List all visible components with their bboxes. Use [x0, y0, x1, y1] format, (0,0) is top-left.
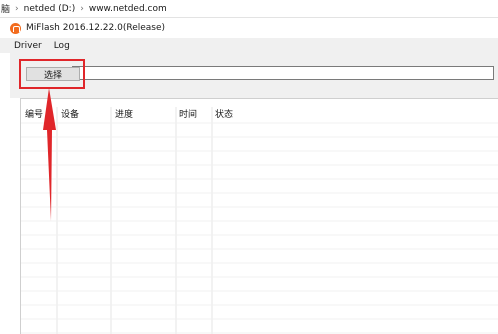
column-header-time[interactable]: 时间 — [179, 108, 197, 120]
menu-driver[interactable]: Driver — [14, 41, 42, 51]
window-title: MiFlash 2016.12.22.0(Release) — [26, 23, 166, 33]
breadcrumb-item-folder[interactable]: www.netded.com — [89, 4, 167, 14]
breadcrumb: 脑 › netded (D:) › www.netded.com — [0, 0, 498, 18]
column-header-number[interactable]: 编号 — [25, 108, 43, 120]
window-titlebar: MiFlash 2016.12.22.0(Release) — [0, 18, 498, 38]
tool-area: 选择 — [10, 53, 498, 98]
menu-bar: Driver Log — [0, 38, 498, 53]
breadcrumb-separator-icon: › — [80, 3, 84, 14]
menu-log[interactable]: Log — [54, 41, 70, 51]
device-list[interactable]: 编号 设备 进度 时间 状态 — [20, 98, 498, 334]
column-header-status[interactable]: 状态 — [215, 108, 233, 120]
device-list-grid: 编号 设备 进度 时间 状态 — [21, 107, 498, 334]
breadcrumb-item-this-pc[interactable]: 脑 — [1, 2, 10, 15]
annotation-highlight-box — [19, 59, 85, 89]
breadcrumb-item-drive[interactable]: netded (D:) — [24, 4, 76, 14]
column-header-progress[interactable]: 进度 — [115, 108, 133, 120]
column-header-device[interactable]: 设备 — [61, 108, 79, 120]
mi-logo-icon — [10, 22, 21, 34]
rom-path-input[interactable] — [72, 66, 494, 80]
breadcrumb-separator-icon: › — [15, 3, 19, 14]
